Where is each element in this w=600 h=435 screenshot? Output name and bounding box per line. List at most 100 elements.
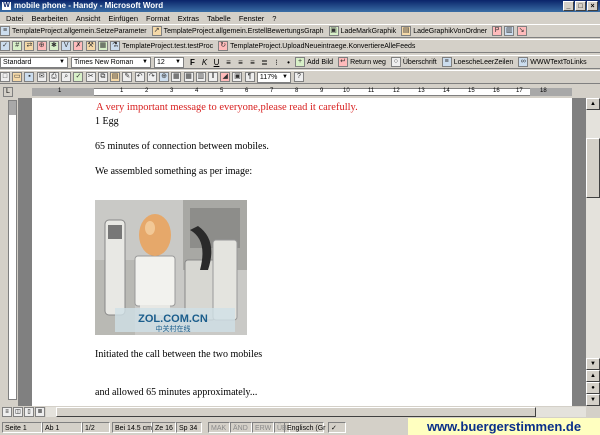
normal-view-icon[interactable]: ≡: [2, 407, 12, 417]
pdf-icon[interactable]: P: [492, 26, 503, 36]
align-right-icon[interactable]: ≡: [247, 57, 258, 68]
menu-help[interactable]: ?: [272, 13, 276, 24]
font-size-select[interactable]: 12 ▼: [154, 56, 184, 68]
undo-icon[interactable]: ↶: [134, 72, 145, 82]
previous-page-icon[interactable]: ▲: [586, 370, 600, 382]
heading-text[interactable]: A very important message to everyone,ple…: [96, 102, 358, 113]
hyperlink-icon[interactable]: ⊕: [159, 72, 170, 82]
swap-icon[interactable]: ⇄: [24, 41, 35, 51]
menu-format[interactable]: Format: [146, 13, 170, 24]
help-icon[interactable]: ?: [293, 72, 304, 82]
save-icon[interactable]: ▪: [24, 72, 35, 82]
menu-einfuegen[interactable]: Einfügen: [108, 13, 138, 24]
outline-view-icon[interactable]: ≣: [35, 407, 45, 417]
style-select[interactable]: Standard ▼: [0, 56, 68, 68]
maximize-icon[interactable]: □: [575, 1, 586, 11]
web-view-icon[interactable]: ◫: [13, 407, 23, 417]
check-icon[interactable]: ✓: [0, 41, 10, 51]
menu-datei[interactable]: Datei: [6, 13, 24, 24]
numbered-list-icon[interactable]: ⁝: [271, 57, 282, 68]
scroll-down-icon[interactable]: ▼: [586, 358, 600, 370]
horizontal-scrollbar[interactable]: [46, 407, 586, 417]
v-icon[interactable]: V: [61, 41, 72, 51]
menu-ansicht[interactable]: Ansicht: [76, 13, 101, 24]
show-hide-icon[interactable]: ¶: [244, 72, 255, 82]
redo-icon[interactable]: ↷: [146, 72, 157, 82]
email-icon[interactable]: ✉: [36, 72, 47, 82]
paste-icon[interactable]: ▤: [110, 72, 121, 82]
grid-icon[interactable]: #: [12, 41, 23, 51]
load-graphic-folder-button[interactable]: ▤ LadeGraphikVonOrdner: [401, 26, 487, 36]
italic-button[interactable]: K: [199, 57, 210, 68]
insert-table-icon[interactable]: ▦: [183, 72, 194, 82]
drawing-icon[interactable]: ◢: [220, 72, 231, 82]
table-icon[interactable]: ▦: [97, 41, 108, 51]
scroll-up-icon[interactable]: ▲: [586, 98, 600, 110]
paragraph-2[interactable]: 65 minutes of connection between mobiles…: [95, 141, 269, 152]
test-proc-button[interactable]: ⚗ TemplateProject.test.testProc: [110, 41, 213, 51]
close-icon[interactable]: ×: [587, 1, 598, 11]
next-page-icon[interactable]: ▼: [586, 394, 600, 406]
status-track-changes[interactable]: ÄND: [230, 422, 252, 433]
document-page[interactable]: A very important message to everyone,ple…: [32, 98, 572, 406]
status-language[interactable]: Englisch (Gr: [284, 422, 326, 433]
export-icon[interactable]: ↘: [516, 26, 527, 36]
justify-icon[interactable]: ≣: [259, 57, 270, 68]
ruler-strip[interactable]: [32, 88, 572, 96]
horizontal-scroll-thumb[interactable]: [56, 407, 536, 417]
bullet-list-icon[interactable]: •: [283, 57, 294, 68]
tables-borders-icon[interactable]: ▦: [171, 72, 182, 82]
menu-fenster[interactable]: Fenster: [239, 13, 264, 24]
chart-icon[interactable]: ▥: [504, 26, 515, 36]
align-center-icon[interactable]: ≡: [235, 57, 246, 68]
status-extend[interactable]: ERW: [252, 422, 274, 433]
columns-icon[interactable]: ‖: [207, 72, 218, 82]
status-macro-record[interactable]: MAK: [208, 422, 230, 433]
tab-selector-icon[interactable]: L: [3, 87, 13, 97]
return-remove-button[interactable]: ↵ Return weg: [338, 57, 386, 67]
zoom-select[interactable]: 117% ▼: [256, 71, 291, 83]
vertical-ruler[interactable]: [8, 100, 17, 400]
new-document-icon[interactable]: □: [0, 72, 10, 82]
format-painter-icon[interactable]: ✎: [122, 72, 133, 82]
egg-mobile-photo[interactable]: ZOL.COM.CN 中关村在线: [95, 200, 247, 335]
cut-icon[interactable]: ✂: [85, 72, 96, 82]
print-layout-icon[interactable]: ▯: [24, 407, 34, 417]
puzzle-icon[interactable]: ✱: [48, 41, 59, 51]
macro-evaluation-graph-button[interactable]: ↗ TemplateProject.allgemein.ErstellBewert…: [151, 26, 324, 36]
open-folder-icon[interactable]: ▭: [12, 72, 23, 82]
minimize-icon[interactable]: _: [563, 1, 574, 11]
excel-icon[interactable]: ▥: [195, 72, 206, 82]
macro-set-parameters-button[interactable]: ≡ TemplateProject.allgemein.SetzeParamete…: [0, 26, 147, 36]
spelling-status-icon[interactable]: ✓: [328, 422, 346, 433]
bold-button[interactable]: F: [187, 57, 198, 68]
vertical-scroll-thumb[interactable]: [586, 138, 600, 198]
add-image-button[interactable]: + Add Bild: [295, 57, 333, 67]
print-icon[interactable]: ⎙: [48, 72, 59, 82]
spellcheck-icon[interactable]: ✓: [73, 72, 84, 82]
document-area[interactable]: A very important message to everyone,ple…: [18, 98, 586, 406]
browse-object-icon[interactable]: ●: [586, 382, 600, 394]
paragraph-1[interactable]: 1 Egg: [95, 116, 119, 127]
heading-button[interactable]: ○ Überschrift: [390, 57, 437, 67]
font-select[interactable]: Times New Roman ▼: [71, 56, 151, 68]
vertical-scrollbar[interactable]: ▲ ▼ ▲ ● ▼: [586, 98, 600, 406]
copy-icon[interactable]: ⧉: [97, 72, 108, 82]
tools-icon[interactable]: ⚒: [85, 41, 96, 51]
text-to-links-button[interactable]: ∞ WWWTextToLinks: [518, 57, 587, 67]
pin-icon[interactable]: ⊕: [36, 41, 47, 51]
paragraph-3[interactable]: We assembled something as per image:: [95, 166, 252, 177]
convert-feeds-button[interactable]: ↻ TemplateProject.UploadNeueintraege.Konv…: [218, 41, 415, 51]
paragraph-5[interactable]: and allowed 65 minutes approximately...: [95, 387, 257, 398]
load-mark-graphic-button[interactable]: ▣ LadeMarkGraphik: [328, 26, 396, 36]
menu-extras[interactable]: Extras: [178, 13, 199, 24]
document-map-icon[interactable]: ▣: [232, 72, 243, 82]
delete-empty-lines-button[interactable]: ≡ LoescheLeerZeilen: [441, 57, 513, 67]
word-app-icon[interactable]: W: [2, 2, 11, 10]
menu-bearbeiten[interactable]: Bearbeiten: [32, 13, 68, 24]
paragraph-4[interactable]: Initiated the call between the two mobil…: [95, 349, 262, 360]
x-mark-icon[interactable]: ✗: [73, 41, 84, 51]
underline-button[interactable]: U: [211, 57, 222, 68]
menu-tabelle[interactable]: Tabelle: [207, 13, 231, 24]
print-preview-icon[interactable]: ⌕: [61, 72, 72, 82]
